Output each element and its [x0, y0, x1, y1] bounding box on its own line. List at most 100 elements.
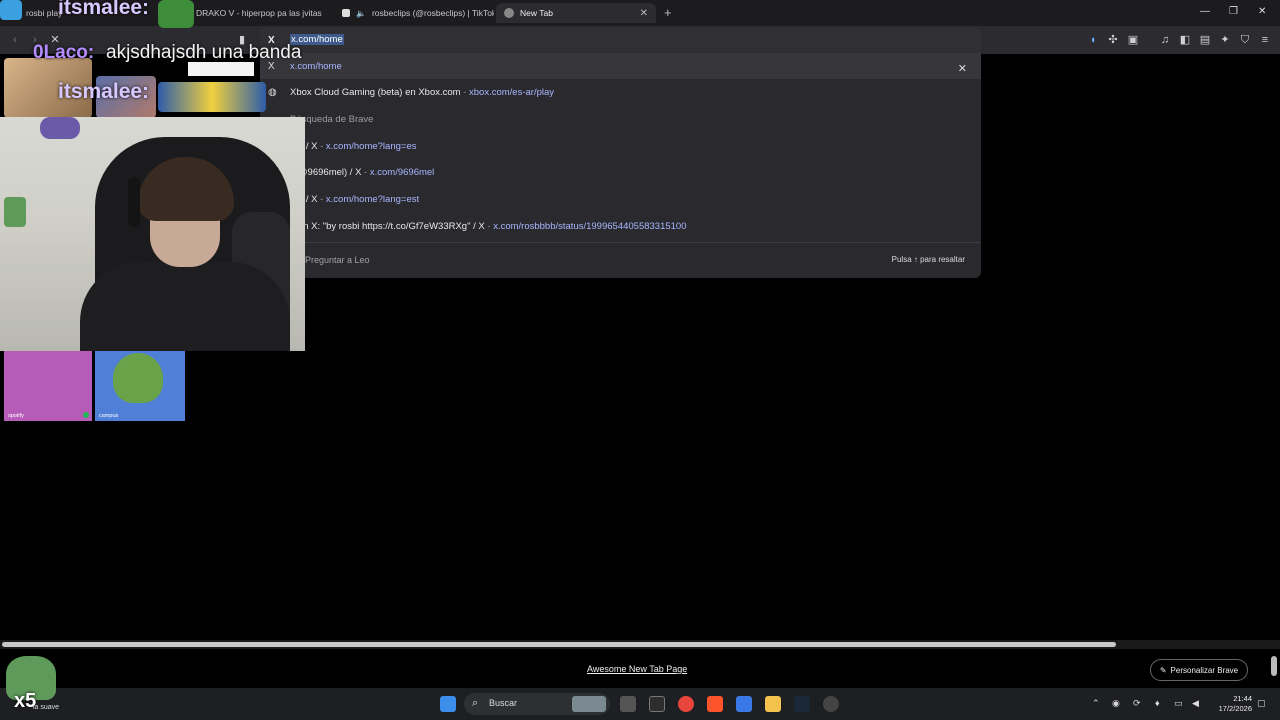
- emote-icon: [188, 62, 254, 76]
- tab-title: New Tab: [520, 8, 553, 18]
- suggestion-part: -: [317, 194, 326, 205]
- suggestion-part: -: [361, 167, 370, 179]
- suggestion-item[interactable]: Xx.com/home: [260, 53, 981, 79]
- suggestion-item[interactable]: Xme / X - x.com/home?lang=es: [260, 133, 981, 159]
- microphone-icon[interactable]: ♦: [1155, 698, 1160, 708]
- tile-campus[interactable]: campus: [95, 351, 185, 421]
- start-icon[interactable]: [440, 696, 456, 712]
- clock-time: 21:44: [1233, 694, 1252, 703]
- close-tab-icon[interactable]: ✕: [640, 8, 648, 19]
- close-icon[interactable]: ✕: [958, 62, 967, 75]
- search-icon: ⌕: [472, 697, 479, 709]
- awesome-new-tab-link[interactable]: Awesome New Tab Page: [587, 664, 687, 674]
- chrome-icon[interactable]: [678, 696, 694, 712]
- spotify-icon: [83, 412, 89, 418]
- tab-youtube[interactable]: DRAKO V - hiperpop pa las jvitas. (Vi: [188, 3, 322, 23]
- network-icon[interactable]: ▭: [1174, 698, 1183, 709]
- suggestion-item[interactable]: Xo on X: "by rosbi https://t.co/Gf7eW33R…: [260, 213, 981, 239]
- tab-new-tab[interactable]: New Tab ✕: [496, 3, 656, 23]
- obs-icon[interactable]: [823, 696, 839, 712]
- new-tab-button[interactable]: +: [664, 5, 672, 20]
- suggestion-item[interactable]: Xl (@9696mel) / X - x.com/9696mel: [260, 160, 981, 186]
- suggestion-part: -: [317, 140, 326, 152]
- customize-button[interactable]: ✎ Personalizar Brave: [1150, 659, 1248, 681]
- file-explorer-icon[interactable]: [765, 696, 781, 712]
- chat-username: itsmalee:: [58, 0, 150, 19]
- sync-icon[interactable]: ⟳: [1133, 698, 1141, 709]
- suggestion-item[interactable]: Xme / X - x.com/home?lang=est: [260, 187, 981, 213]
- suggestion-part: x.com/home?lang=es: [325, 140, 417, 152]
- media-title: ia suave: [33, 704, 60, 711]
- clock-date: 17/2/2026: [1218, 704, 1252, 713]
- mute-icon[interactable]: 🔈: [356, 9, 366, 18]
- tab-tiktok[interactable]: 🔈 rosbeclips (@rosbeclips) | TikTok: [334, 3, 494, 23]
- emote-icon: [0, 0, 22, 20]
- volume-icon[interactable]: ◀: [1192, 698, 1199, 709]
- suggestion-part: o on X: "by rosbi https://t.co/Gf7eW33RX…: [290, 220, 485, 232]
- hint-text: Pulsa ↑ para resaltar: [891, 255, 965, 264]
- menu-icon[interactable]: ≡: [1259, 34, 1271, 46]
- minimize-icon[interactable]: —: [1200, 6, 1210, 17]
- tile-label: campus: [99, 413, 119, 419]
- divider: [260, 242, 981, 243]
- clock[interactable]: 21:44 17/2/2026: [1208, 694, 1252, 714]
- discord-icon[interactable]: ◉: [1112, 698, 1120, 709]
- suggestion-part: x.com/home?lang=est: [325, 194, 420, 205]
- ask-leo-item[interactable]: Preguntar a Leo: [305, 255, 370, 265]
- suggestion-part: x.com/rosbbbb/status/1999654405583315100: [493, 220, 687, 232]
- leo-icon[interactable]: ✦: [1219, 34, 1231, 46]
- xbox-icon: ◍: [268, 87, 277, 99]
- shield-icon[interactable]: ⛉: [1239, 34, 1251, 46]
- chevron-up-icon[interactable]: ⌃: [1092, 698, 1100, 709]
- suggestion-part: xbox.com/es-ar/play: [469, 87, 555, 99]
- taskbar-search[interactable]: ⌕ Buscar: [464, 693, 610, 715]
- suggestion-text: Xbox Cloud Gaming (beta) en Xbox.com - x…: [290, 87, 554, 98]
- customize-label: Personalizar Brave: [1170, 665, 1239, 675]
- media-icon[interactable]: ◖: [1087, 34, 1099, 46]
- vertical-scrollbar[interactable]: [1271, 656, 1277, 676]
- task-view-icon[interactable]: [620, 696, 636, 712]
- suggestion-item[interactable]: ⌕Búsqueda de Brave: [260, 106, 981, 132]
- pepe-emote-icon: [158, 0, 194, 28]
- tab-search-icon[interactable]: ▣: [1127, 34, 1139, 46]
- epic-games-icon[interactable]: [649, 696, 665, 712]
- chat-username: itsmalee:: [58, 80, 150, 103]
- music-icon[interactable]: ♫: [1159, 34, 1171, 46]
- brave-icon[interactable]: [707, 696, 723, 712]
- tab-title: rosbeclips (@rosbeclips) | TikTok: [371, 8, 494, 18]
- wallet-icon[interactable]: ▤: [1199, 34, 1211, 46]
- tiktok-icon: [342, 9, 350, 17]
- sidebar-icon[interactable]: ◧: [1179, 34, 1191, 46]
- suggestion-text: l (@9696mel) / X - x.com/9696mel: [290, 167, 434, 178]
- tab-title: rosbi playlist: [26, 8, 62, 18]
- store-icon[interactable]: [736, 696, 752, 712]
- tile-label: spotify: [8, 413, 24, 419]
- extensions-icon[interactable]: ✣: [1107, 34, 1119, 46]
- scrollbar-thumb[interactable]: [1271, 656, 1277, 676]
- new-tab-icon: [504, 8, 514, 18]
- notification-icon[interactable]: ▢: [1257, 698, 1266, 709]
- pencil-icon: ✎: [1159, 665, 1167, 675]
- suggestion-text: o on X: "by rosbi https://t.co/Gf7eW33RX…: [290, 221, 687, 232]
- address-bar[interactable]: X x.com/home: [260, 28, 981, 53]
- scrollbar-thumb[interactable]: [2, 642, 1116, 647]
- minions-emote-icon: [158, 82, 266, 112]
- suggestion-part: -: [484, 220, 494, 232]
- search-placeholder: Buscar: [489, 698, 518, 708]
- plush-decor: [40, 117, 80, 139]
- headset-icon: [128, 177, 140, 227]
- pepe-icon: [113, 353, 163, 403]
- maximize-icon[interactable]: ❐: [1229, 6, 1238, 17]
- suggestion-part: Xbox Cloud Gaming (beta) en Xbox.com: [290, 87, 461, 99]
- back-icon[interactable]: ‹: [9, 34, 21, 46]
- steam-icon[interactable]: [794, 696, 810, 712]
- suggestion-item[interactable]: ◍ Xbox Cloud Gaming (beta) en Xbox.com - …: [260, 80, 981, 106]
- close-window-icon[interactable]: ✕: [1258, 6, 1266, 17]
- suggestion-text: me / X - x.com/home?lang=es: [290, 141, 416, 152]
- suggestion-part: x.com/9696mel: [369, 167, 435, 179]
- tile-spotify[interactable]: spotify: [4, 351, 92, 421]
- taskbar: [0, 688, 1280, 720]
- search-highlight-icon: [572, 696, 606, 712]
- horizontal-scrollbar[interactable]: [0, 640, 1280, 649]
- webcam-feed: [0, 117, 305, 351]
